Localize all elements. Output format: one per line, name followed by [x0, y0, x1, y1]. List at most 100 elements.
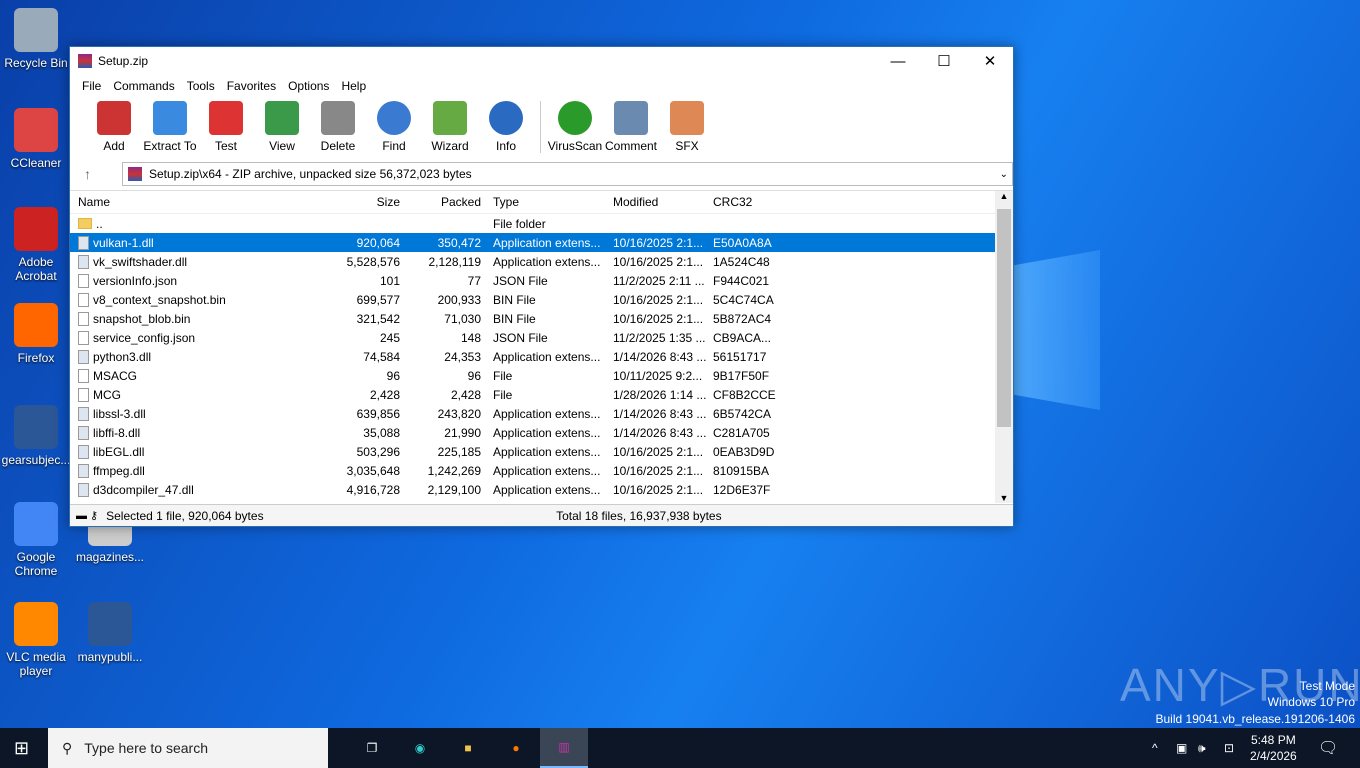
cell-name: vk_swiftshader.dll: [70, 254, 326, 269]
cell-crc32: CF8B2CCE: [713, 387, 776, 402]
cell-type: JSON File: [493, 273, 548, 288]
cell-crc32: CB9ACA...: [713, 330, 772, 345]
table-row[interactable]: v8_context_snapshot.bin 699,577 200,933 BIN…: [70, 290, 1013, 309]
clock[interactable]: 5:48 PM 2/4/2026: [1250, 732, 1297, 764]
cell-modified: 1/14/2026 8:43 ...: [613, 406, 707, 421]
desktop-icon[interactable]: Recycle Bin: [0, 8, 72, 70]
file-icon: [78, 235, 89, 250]
column-header-size[interactable]: Size: [326, 195, 406, 209]
wizard-button[interactable]: Wizard: [422, 97, 478, 153]
menu-favorites[interactable]: Favorites: [221, 79, 282, 93]
menu-tools[interactable]: Tools: [181, 79, 221, 93]
desktop-icon-label: CCleaner: [10, 156, 62, 170]
cell-packed: 71,030: [444, 311, 481, 326]
menu-file[interactable]: File: [76, 79, 107, 93]
chevron-down-icon[interactable]: ⌄: [1000, 169, 1008, 180]
table-row[interactable]: MCG 2,428 2,428 File 1/28/2026 1:14 ... CF8B2…: [70, 385, 1013, 404]
cell-name: ffmpeg.dll: [70, 463, 326, 478]
virusscan-button[interactable]: VirusScan: [547, 97, 603, 153]
desktop-icon[interactable]: Adobe Acrobat: [0, 207, 72, 283]
file-explorer-icon[interactable]: ■: [444, 728, 492, 768]
column-header-modified[interactable]: Modified: [607, 195, 707, 209]
table-row[interactable]: ffmpeg.dll 3,035,648 1,242,269 Application …: [70, 461, 1013, 480]
file-icon: [78, 330, 89, 345]
view-button[interactable]: View: [254, 97, 310, 153]
table-row[interactable]: .. File folder: [70, 214, 1013, 233]
meet-icon[interactable]: ▣: [1176, 741, 1187, 755]
column-header-packed[interactable]: Packed: [406, 195, 487, 209]
sfx-button[interactable]: SFX: [659, 97, 715, 153]
recycle-bin-icon: [14, 8, 58, 52]
file-name: d3dcompiler_47.dll: [93, 482, 194, 497]
firefox-icon: [14, 303, 58, 347]
info-button[interactable]: Info: [478, 97, 534, 153]
table-row[interactable]: vulkan-1.dll 920,064 350,472 Application ex…: [70, 233, 1013, 252]
column-header-crc32[interactable]: CRC32: [707, 195, 777, 209]
taskbar-search[interactable]: ⚲ Type here to search: [48, 728, 328, 768]
file-name: libssl-3.dll: [93, 406, 146, 421]
comment-button[interactable]: Comment: [603, 97, 659, 153]
cell-size: 245: [379, 330, 400, 345]
minimize-button[interactable]: —: [875, 47, 921, 75]
add-button[interactable]: Add: [86, 97, 142, 153]
up-arrow-icon[interactable]: ↑: [84, 166, 91, 182]
cell-name: d3dcompiler_47.dll: [70, 482, 326, 497]
table-row[interactable]: libEGL.dll 503,296 225,185 Application exte…: [70, 442, 1013, 461]
test-button[interactable]: Test: [198, 97, 254, 153]
extract-to-icon: [153, 101, 187, 135]
start-button[interactable]: ⊞: [14, 738, 29, 759]
menu-commands[interactable]: Commands: [107, 79, 180, 93]
toolbar-label: Test: [214, 139, 237, 153]
desktop-icon[interactable]: Google Chrome: [0, 502, 72, 578]
table-row[interactable]: d3dcompiler_47.dll 4,916,728 2,129,100 Appl…: [70, 480, 1013, 499]
column-header-type[interactable]: Type: [487, 195, 607, 209]
cell-type: Application extens...: [493, 349, 601, 364]
find-button[interactable]: Find: [366, 97, 422, 153]
cell-type: JSON File: [493, 330, 548, 345]
table-row[interactable]: versionInfo.json 101 77 JSON File 11/2/2025 …: [70, 271, 1013, 290]
desktop-icon[interactable]: VLC media player: [0, 602, 72, 678]
desktop-icon[interactable]: manypubli...: [74, 602, 146, 664]
notification-icon[interactable]: 🗨: [1318, 738, 1338, 758]
desktop-icon[interactable]: Firefox: [0, 303, 72, 365]
cell-crc32: 5B872AC4: [713, 311, 772, 326]
toolbar-label: VirusScan: [547, 139, 603, 153]
firefox-icon[interactable]: ●: [492, 728, 540, 768]
table-row[interactable]: service_config.json 245 148 JSON File 11/2/2…: [70, 328, 1013, 347]
table-row[interactable]: vk_swiftshader.dll 5,528,576 2,128,119 Appl…: [70, 252, 1013, 271]
address-field[interactable]: Setup.zip\x64 - ZIP archive, unpacked si…: [122, 162, 1013, 186]
edge-icon[interactable]: ◉: [396, 728, 444, 768]
table-row[interactable]: MSACG 96 96 File 10/11/2025 9:2... 9B17F50F: [70, 366, 1013, 385]
menu-help[interactable]: Help: [335, 79, 372, 93]
winrar-taskbar-icon[interactable]: ▥: [540, 728, 588, 768]
cell-type: File: [493, 387, 513, 402]
file-name: MCG: [93, 387, 121, 402]
column-header-name[interactable]: Name: [70, 195, 326, 209]
cell-modified: 1/14/2026 8:43 ...: [613, 425, 707, 440]
vlc-media-player-icon: [14, 602, 58, 646]
menu-options[interactable]: Options: [282, 79, 335, 93]
close-button[interactable]: ✕: [967, 47, 1013, 75]
clock-date: 2/4/2026: [1250, 749, 1297, 763]
cell-packed: 200,933: [437, 292, 481, 307]
network-icon[interactable]: ⊡: [1224, 741, 1234, 755]
scrollbar-thumb[interactable]: [997, 209, 1011, 427]
task-view-icon[interactable]: ❐: [348, 728, 396, 768]
tray-chevron-icon[interactable]: ^: [1152, 741, 1158, 755]
table-row[interactable]: python3.dll 74,584 24,353 Application exten…: [70, 347, 1013, 366]
table-row[interactable]: libssl-3.dll 639,856 243,820 Application ex…: [70, 404, 1013, 423]
maximize-button[interactable]: ☐: [921, 47, 967, 75]
desktop-icon[interactable]: gearsubjec...: [0, 405, 72, 467]
file-icon: [78, 292, 89, 307]
vertical-scrollbar[interactable]: ▲ ▼: [995, 191, 1013, 503]
toolbar-label: SFX: [675, 139, 699, 153]
delete-button[interactable]: Delete: [310, 97, 366, 153]
cell-packed: 24,353: [444, 349, 481, 364]
sfx-icon: [670, 101, 704, 135]
cell-size: 699,577: [356, 292, 400, 307]
table-row[interactable]: libffi-8.dll 35,088 21,990 Application exte…: [70, 423, 1013, 442]
table-row[interactable]: snapshot_blob.bin 321,542 71,030 BIN File 10…: [70, 309, 1013, 328]
volume-icon[interactable]: 🕪: [1198, 741, 1206, 756]
desktop-icon[interactable]: CCleaner: [0, 108, 72, 170]
extract-to-button[interactable]: Extract To: [142, 97, 198, 153]
